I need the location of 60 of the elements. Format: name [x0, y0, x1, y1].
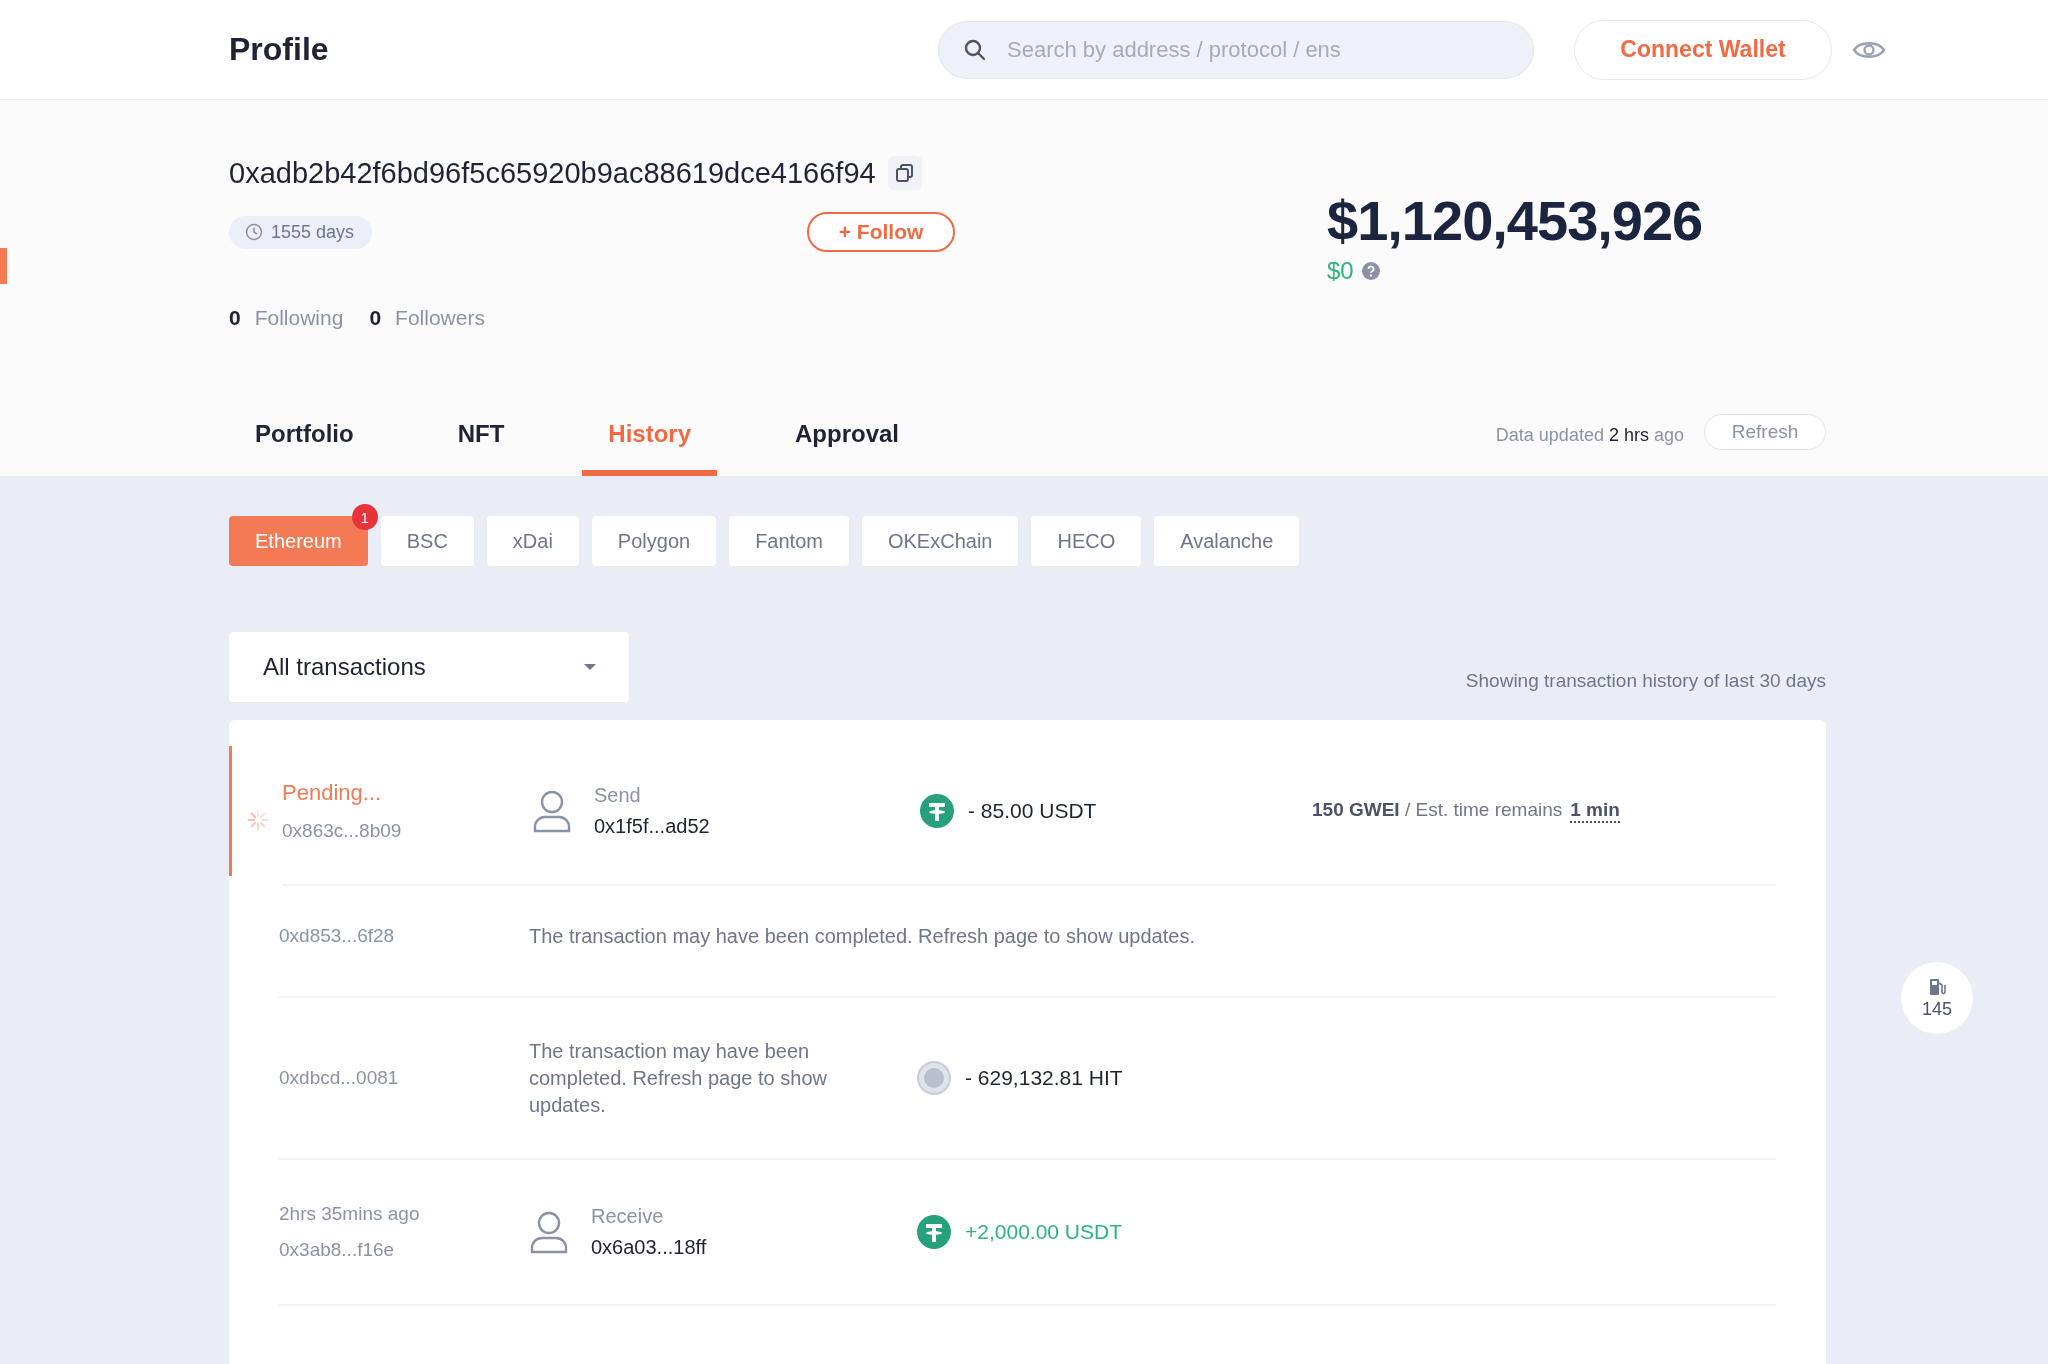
balance-change: $0 — [1327, 257, 1354, 285]
counterparty-address: 0x6a03...18ff — [591, 1236, 707, 1259]
search-icon — [964, 38, 986, 61]
transaction-filter-dropdown[interactable]: All transactions — [229, 632, 629, 702]
chain-tab[interactable]: Fantom — [729, 516, 849, 566]
search-field[interactable]: Search by address / protocol / ens — [938, 20, 1534, 79]
action-label: Receive — [591, 1205, 665, 1228]
chain-tab[interactable]: BSC — [380, 516, 474, 566]
followers-link[interactable]: Followers — [395, 306, 485, 330]
gas-price-value: 145 — [1921, 998, 1952, 1020]
wallet-address: 0xadb2b42f6bd96f5c65920b9ac88619dce4166f94 — [229, 156, 876, 190]
chain-tab[interactable]: HECO — [1031, 516, 1142, 566]
chain-tab[interactable]: xDai — [486, 516, 579, 566]
gas-price-widget[interactable]: 145 — [1901, 962, 1973, 1034]
person-icon — [532, 789, 572, 833]
pending-status: Pending... — [282, 780, 383, 806]
tab[interactable]: NFT — [431, 420, 531, 476]
history-note: Showing transaction history of last 30 days — [1465, 670, 1826, 692]
eta: 1 min — [1570, 799, 1620, 823]
tether-token-icon — [920, 794, 954, 828]
tx-hash: 0x863c...8b09 — [282, 820, 403, 842]
counterparty-address: 0x1f5f...ad52 — [594, 815, 710, 838]
following-link[interactable]: Following — [254, 306, 344, 330]
chain-tab[interactable]: OKExChain — [861, 516, 1019, 566]
side-indicator — [0, 248, 7, 284]
followers-count: 0 — [369, 306, 382, 330]
data-updated-text: Data updated 2 hrs ago — [1495, 425, 1684, 446]
notification-badge: 1 — [351, 504, 378, 530]
amount: - 629,132.81 HIT — [965, 1066, 1123, 1090]
caret-icon — [583, 663, 597, 671]
gas-info: 150 GWEI / Est. time remains — [1312, 799, 1563, 822]
clock-icon — [245, 223, 263, 241]
copy-icon[interactable] — [887, 156, 922, 190]
coin-icon — [917, 1061, 951, 1095]
chain-tab[interactable]: Polygon — [591, 516, 717, 566]
tx-time: 2hrs 35mins ago — [279, 1203, 421, 1225]
notice-message: The transaction may have been completed. Refresh page to show updates. — [529, 1038, 828, 1118]
tab[interactable]: History — [582, 420, 717, 476]
tab[interactable]: Approval — [769, 420, 925, 476]
tx-hash: 0xd853...6f28 — [279, 925, 396, 947]
spinner-icon — [246, 808, 270, 832]
following-count: 0 — [229, 306, 241, 330]
refresh-button[interactable]: Refresh — [1704, 414, 1826, 450]
follow-button[interactable]: + Follow — [807, 212, 955, 252]
tx-hash: 0xdbcd...0081 — [279, 1067, 400, 1089]
page-title: Profile — [229, 31, 330, 68]
tether-token-icon — [917, 1215, 951, 1249]
action-label: Send — [594, 784, 642, 807]
tx-hash: 0x3ab8...f16e — [279, 1239, 396, 1261]
tab[interactable]: Portfolio — [229, 420, 380, 476]
help-icon[interactable] — [1361, 262, 1380, 280]
total-balance: $1,120,453,926 — [1327, 188, 1703, 253]
connect-wallet-button[interactable]: Connect Wallet — [1574, 19, 1832, 80]
fuel-pump-icon — [1928, 976, 1946, 997]
person-icon — [529, 1210, 569, 1254]
amount: +2,000.00 USDT — [965, 1220, 1122, 1244]
notice-message: The transaction may have been completed. Refresh page to show updates. — [529, 923, 1196, 949]
amount: - 85.00 USDT — [968, 799, 1097, 823]
age-text: 1555 days — [271, 221, 355, 243]
chain-tab[interactable]: Avalanche — [1154, 516, 1300, 566]
